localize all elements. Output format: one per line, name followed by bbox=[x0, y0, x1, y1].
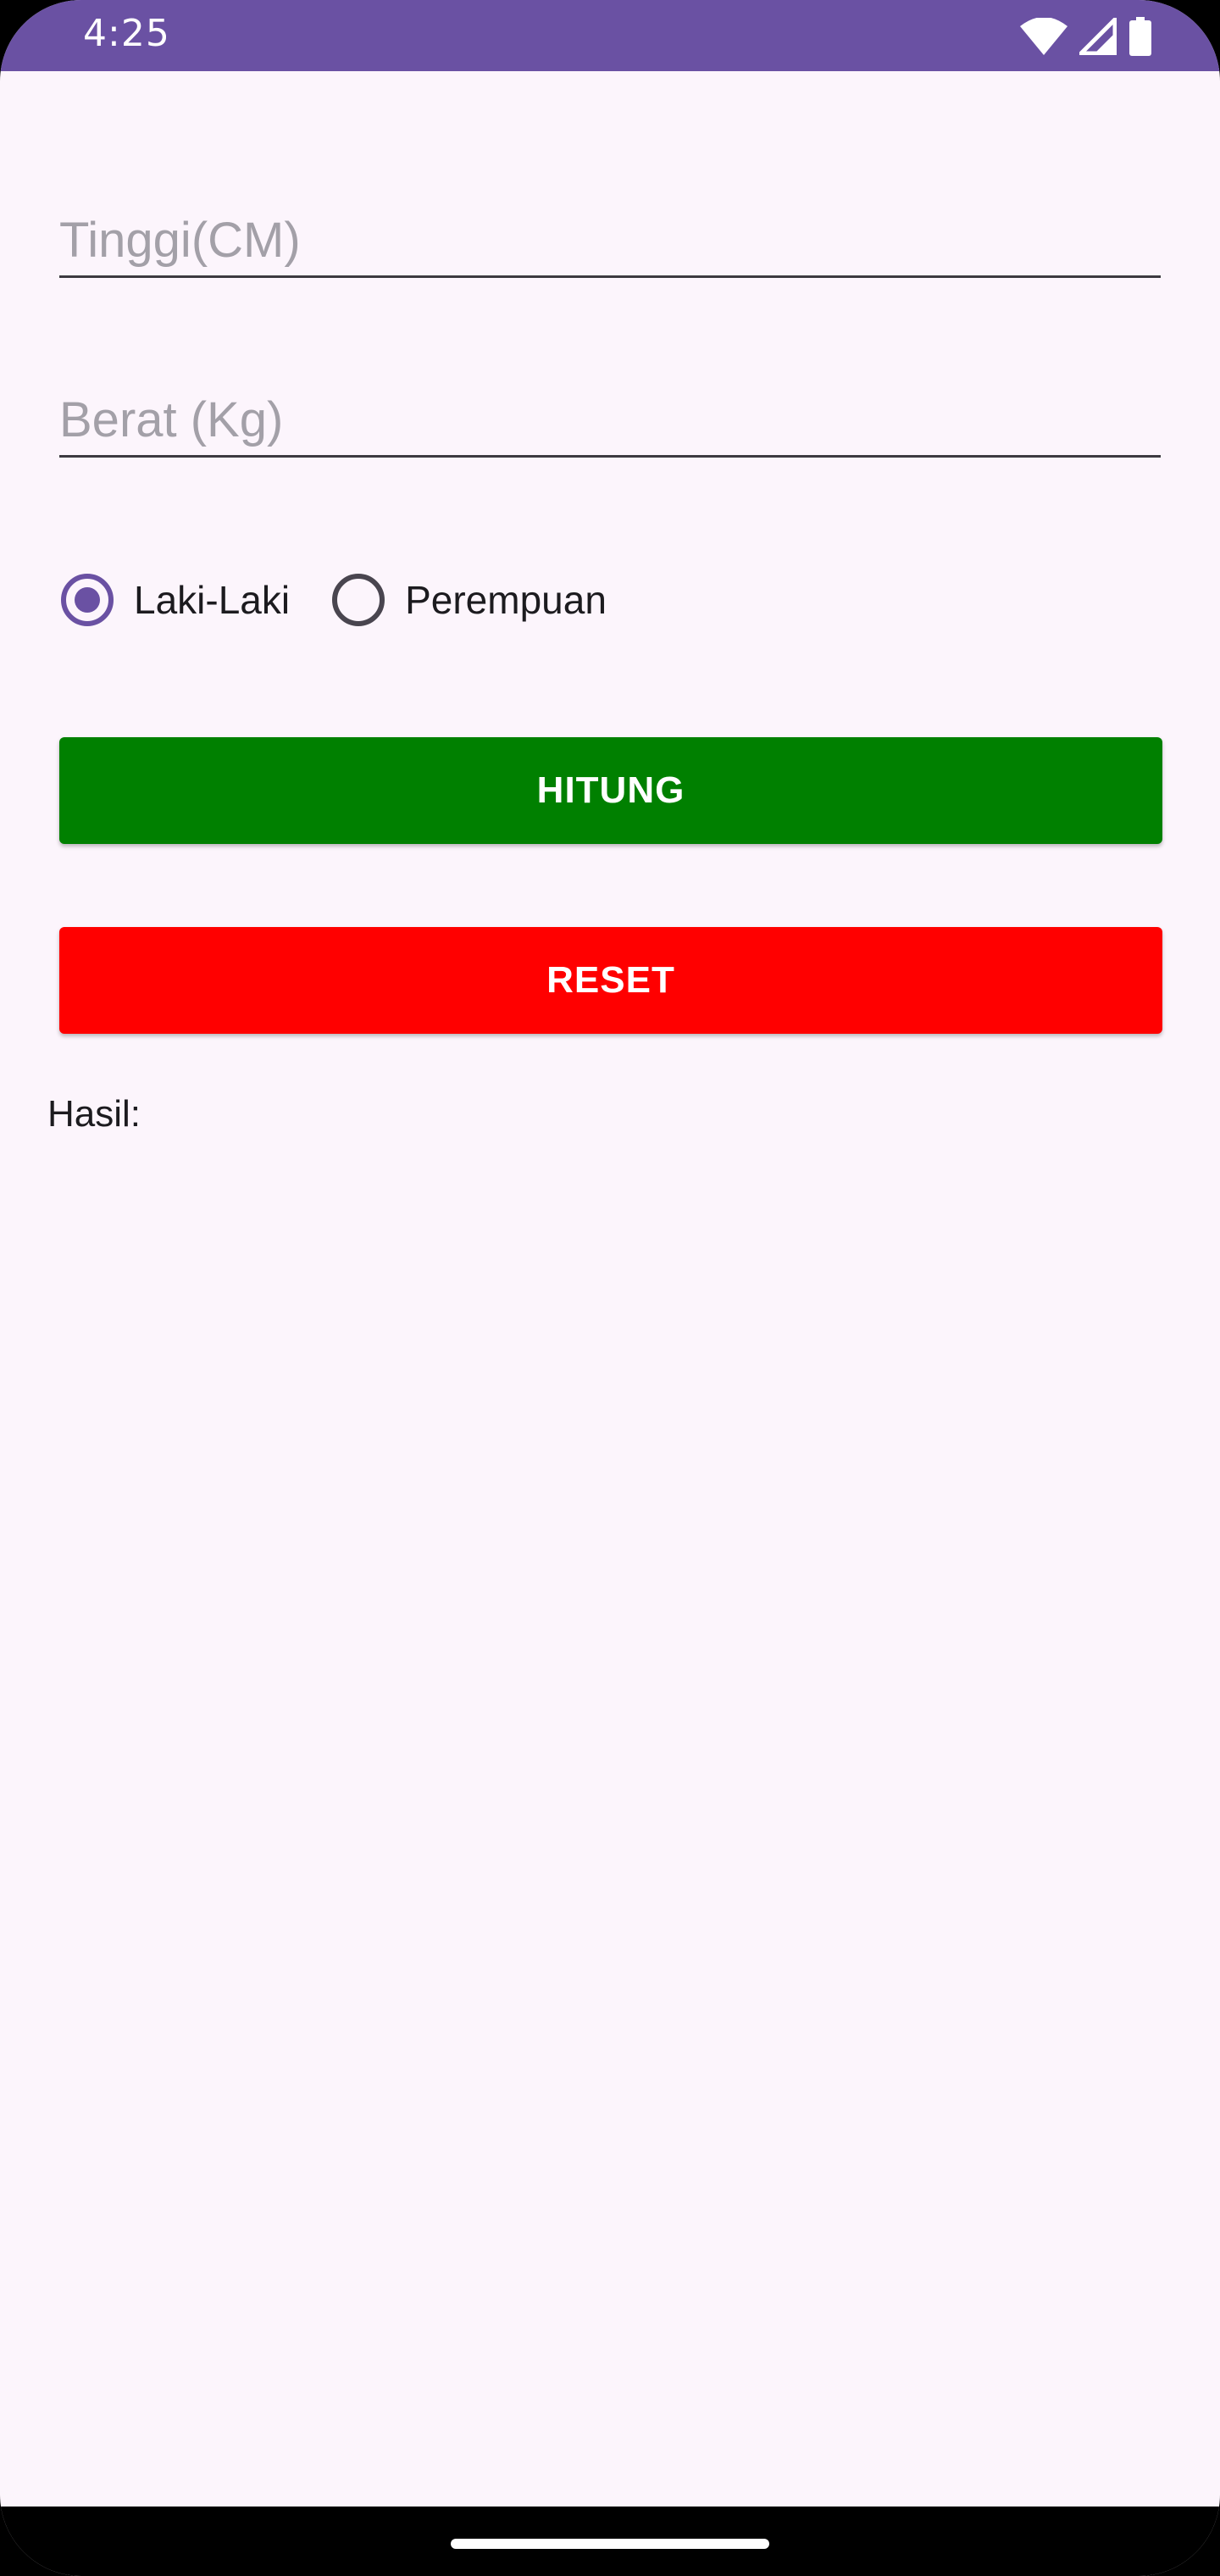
height-field[interactable] bbox=[59, 193, 1161, 278]
home-handle[interactable] bbox=[451, 2539, 769, 2549]
weight-field[interactable] bbox=[59, 373, 1161, 458]
status-bar: 4:25 bbox=[0, 0, 1220, 71]
result-label: Hasil: bbox=[47, 1093, 141, 1135]
status-icons bbox=[1020, 15, 1152, 58]
signal-icon bbox=[1079, 18, 1117, 55]
wifi-icon bbox=[1020, 18, 1068, 55]
reset-button[interactable]: RESET bbox=[59, 927, 1162, 1034]
radio-unchecked-icon[interactable] bbox=[332, 574, 385, 626]
battery-icon bbox=[1129, 17, 1151, 56]
weight-input[interactable] bbox=[59, 391, 1161, 448]
status-time: 4:25 bbox=[83, 12, 170, 55]
hitung-button[interactable]: HITUNG bbox=[59, 737, 1162, 844]
radio-laki-laki-label[interactable]: Laki-Laki bbox=[134, 577, 290, 623]
radio-perempuan[interactable]: Perempuan bbox=[332, 559, 607, 641]
gender-radio-group: Laki-Laki Perempuan bbox=[61, 559, 607, 641]
radio-checked-icon[interactable] bbox=[61, 574, 114, 626]
radio-dot bbox=[75, 587, 100, 613]
height-input[interactable] bbox=[59, 212, 1161, 269]
radio-perempuan-label[interactable]: Perempuan bbox=[405, 577, 607, 623]
phone-screen: 4:25 Laki-Laki bbox=[0, 0, 1220, 2576]
navigation-bar bbox=[0, 2507, 1220, 2576]
radio-laki-laki[interactable]: Laki-Laki bbox=[61, 559, 290, 641]
